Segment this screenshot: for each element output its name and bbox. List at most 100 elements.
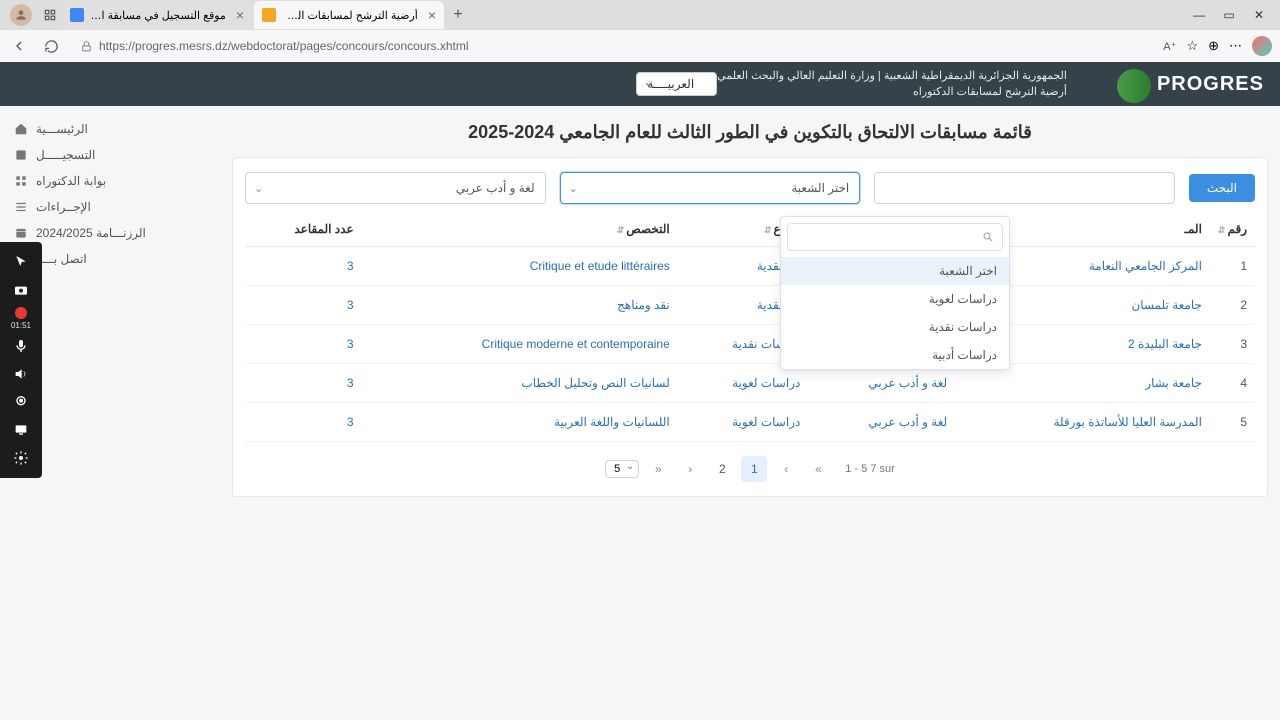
sidebar-item-portal[interactable]: بوابة الدكتوراه xyxy=(6,168,214,194)
col-seats[interactable]: عدد المقاعد xyxy=(245,212,362,247)
cell-num: 2 xyxy=(1210,286,1255,325)
filter-row: لغة و أدب عربي⌄ اختر الشعبة⌄ البحث xyxy=(245,172,1255,204)
cell-seats: 3 xyxy=(245,325,362,364)
table-row[interactable]: 5المدرسة العليا للأساتذة بورقلةلغة و أدب… xyxy=(245,403,1255,442)
dropdown-option[interactable]: دراسات أدبية xyxy=(781,341,1009,369)
cell-num: 4 xyxy=(1210,364,1255,403)
col-specialty[interactable]: التخصص⇵ xyxy=(362,212,678,247)
minimize-button[interactable]: — xyxy=(1190,8,1208,22)
page-prev[interactable]: ‹ xyxy=(773,456,799,482)
results-card: لغة و أدب عربي⌄ اختر الشعبة⌄ البحث اختر … xyxy=(232,157,1268,497)
cell-seats: 3 xyxy=(245,403,362,442)
url-text: https://progres.mesrs.dz/webdoctorat/pag… xyxy=(99,39,469,53)
maximize-button[interactable]: ▭ xyxy=(1220,8,1238,22)
dropdown-search[interactable] xyxy=(787,223,1003,251)
camera-tool[interactable] xyxy=(0,276,42,304)
page-last[interactable]: » xyxy=(645,456,671,482)
browser-tab-1[interactable]: موقع التسجيل في مسابقة الدكتورا × xyxy=(62,1,252,29)
menu-icon[interactable]: ⋯ xyxy=(1229,38,1242,54)
cell-specialty: لسانيات النص وتحليل الخطاب xyxy=(362,364,678,403)
dropdown-option[interactable]: اختر الشعبة xyxy=(781,257,1009,285)
favorite-icon[interactable]: ☆ xyxy=(1186,38,1198,54)
dropdown-option[interactable]: دراسات لغوية xyxy=(781,285,1009,313)
collections-icon[interactable]: ⊕ xyxy=(1208,38,1219,54)
domain-select[interactable]: لغة و أدب عربي⌄ xyxy=(245,172,546,204)
calendar-icon xyxy=(14,226,28,240)
page-next[interactable]: › xyxy=(677,456,703,482)
profile-avatar[interactable] xyxy=(10,4,32,26)
table-row[interactable]: 1المركز الجامعي النعامةات نقديةCritique … xyxy=(245,247,1255,286)
page-title: قائمة مسابقات الالتحاق بالتكوين في الطور… xyxy=(232,122,1268,143)
cell-specialty: Critique moderne et contemporaine xyxy=(362,325,678,364)
sidebar-item-procedures[interactable]: الإجــراءات xyxy=(6,194,214,220)
page-info: 1 - 5 7 sur xyxy=(845,463,895,475)
close-window-button[interactable]: ✕ xyxy=(1250,8,1268,22)
search-favicon xyxy=(70,8,84,22)
search-icon xyxy=(982,231,994,243)
results-table: رقم⇵ المـ الفرع⇵ التخصص⇵ عدد المقاعد 1ال… xyxy=(245,212,1255,442)
cell-branch: دراسات لغوية xyxy=(678,403,809,442)
cell-institution: المدرسة العليا للأساتذة بورقلة xyxy=(955,403,1210,442)
webcam-tool[interactable] xyxy=(0,388,42,416)
table-row[interactable]: 4جامعة بشارلغة و أدب عربيدراسات لغويةلسا… xyxy=(245,364,1255,403)
language-selector[interactable]: العربيــــة xyxy=(636,72,717,96)
col-num[interactable]: رقم⇵ xyxy=(1210,212,1255,247)
record-button[interactable]: 01:51 xyxy=(0,304,42,332)
tab-title: أرضية الترشح لمسابقات الدكتوراه xyxy=(282,9,418,22)
cell-num: 3 xyxy=(1210,325,1255,364)
cell-specialty: Critique et etude littéraires xyxy=(362,247,678,286)
branch-dropdown: اختر الشعبة دراسات لغوية دراسات نقدية در… xyxy=(780,216,1010,370)
refresh-button[interactable] xyxy=(40,35,62,57)
grid-icon xyxy=(14,174,28,188)
cell-num: 1 xyxy=(1210,247,1255,286)
paginator: 5 » › 2 1 ‹ « 1 - 5 7 sur xyxy=(245,456,1255,482)
cell-domain: لغة و أدب عربي xyxy=(808,403,955,442)
monitor-tool[interactable] xyxy=(0,416,42,444)
tab-title: موقع التسجيل في مسابقة الدكتورا xyxy=(90,9,226,22)
new-tab-button[interactable]: + xyxy=(446,6,470,24)
home-icon xyxy=(14,122,28,136)
back-button[interactable] xyxy=(8,35,30,57)
table-row[interactable]: 3جامعة البليدة 2لغة و أدب عربيدراسات نقد… xyxy=(245,325,1255,364)
url-input[interactable]: https://progres.mesrs.dz/webdoctorat/pag… xyxy=(72,39,1153,53)
ministry-text: الجمهورية الجزائرية الديمقراطية الشعبية … xyxy=(717,68,1067,101)
branch-select[interactable]: اختر الشعبة⌄ xyxy=(560,172,861,204)
extension-icon[interactable] xyxy=(1252,36,1272,56)
app-header: PROGRES الجمهورية الجزائرية الديمقراطية … xyxy=(0,62,1280,106)
tab-bar: موقع التسجيل في مسابقة الدكتورا × أرضية … xyxy=(0,0,1280,30)
close-tab-icon[interactable]: × xyxy=(236,7,244,23)
address-bar: https://progres.mesrs.dz/webdoctorat/pag… xyxy=(0,30,1280,62)
app-content: PROGRES الجمهورية الجزائرية الديمقراطية … xyxy=(0,62,1280,720)
page-2[interactable]: 2 xyxy=(709,456,735,482)
dropdown-search-input[interactable] xyxy=(796,230,976,244)
list-icon xyxy=(14,200,28,214)
window-controls: — ▭ ✕ xyxy=(1182,8,1276,22)
mic-tool[interactable] xyxy=(0,332,42,360)
page-1[interactable]: 1 xyxy=(741,456,767,482)
search-button[interactable]: البحث xyxy=(1189,174,1255,202)
cell-num: 5 xyxy=(1210,403,1255,442)
tab-overview-button[interactable] xyxy=(38,3,62,27)
read-aloud-icon[interactable]: A⁺ xyxy=(1163,40,1176,53)
main-panel: قائمة مسابقات الالتحاق بالتكوين في الطور… xyxy=(220,106,1280,720)
sidebar-item-home[interactable]: الرئيســـية xyxy=(6,116,214,142)
recorder-toolbar: 01:51 xyxy=(0,242,42,478)
page-size-select[interactable]: 5 xyxy=(605,460,639,478)
cell-seats: 3 xyxy=(245,364,362,403)
register-icon xyxy=(14,148,28,162)
cell-seats: 3 xyxy=(245,286,362,325)
cell-specialty: نقد ومناهج xyxy=(362,286,678,325)
table-row[interactable]: 2جامعة تلمسانات نقديةنقد ومناهج3 xyxy=(245,286,1255,325)
dropdown-option[interactable]: دراسات نقدية xyxy=(781,313,1009,341)
close-tab-icon[interactable]: × xyxy=(428,7,436,23)
app-logo: PROGRES xyxy=(1157,73,1264,96)
settings-tool[interactable] xyxy=(0,444,42,472)
pointer-tool[interactable] xyxy=(0,248,42,276)
browser-tab-2[interactable]: أرضية الترشح لمسابقات الدكتوراه × xyxy=(254,1,444,29)
page-first[interactable]: « xyxy=(805,456,831,482)
specialty-input[interactable] xyxy=(874,172,1175,204)
speaker-tool[interactable] xyxy=(0,360,42,388)
browser-chrome: موقع التسجيل في مسابقة الدكتورا × أرضية … xyxy=(0,0,1280,62)
cell-seats: 3 xyxy=(245,247,362,286)
sidebar-item-register[interactable]: التسجيـــــل xyxy=(6,142,214,168)
